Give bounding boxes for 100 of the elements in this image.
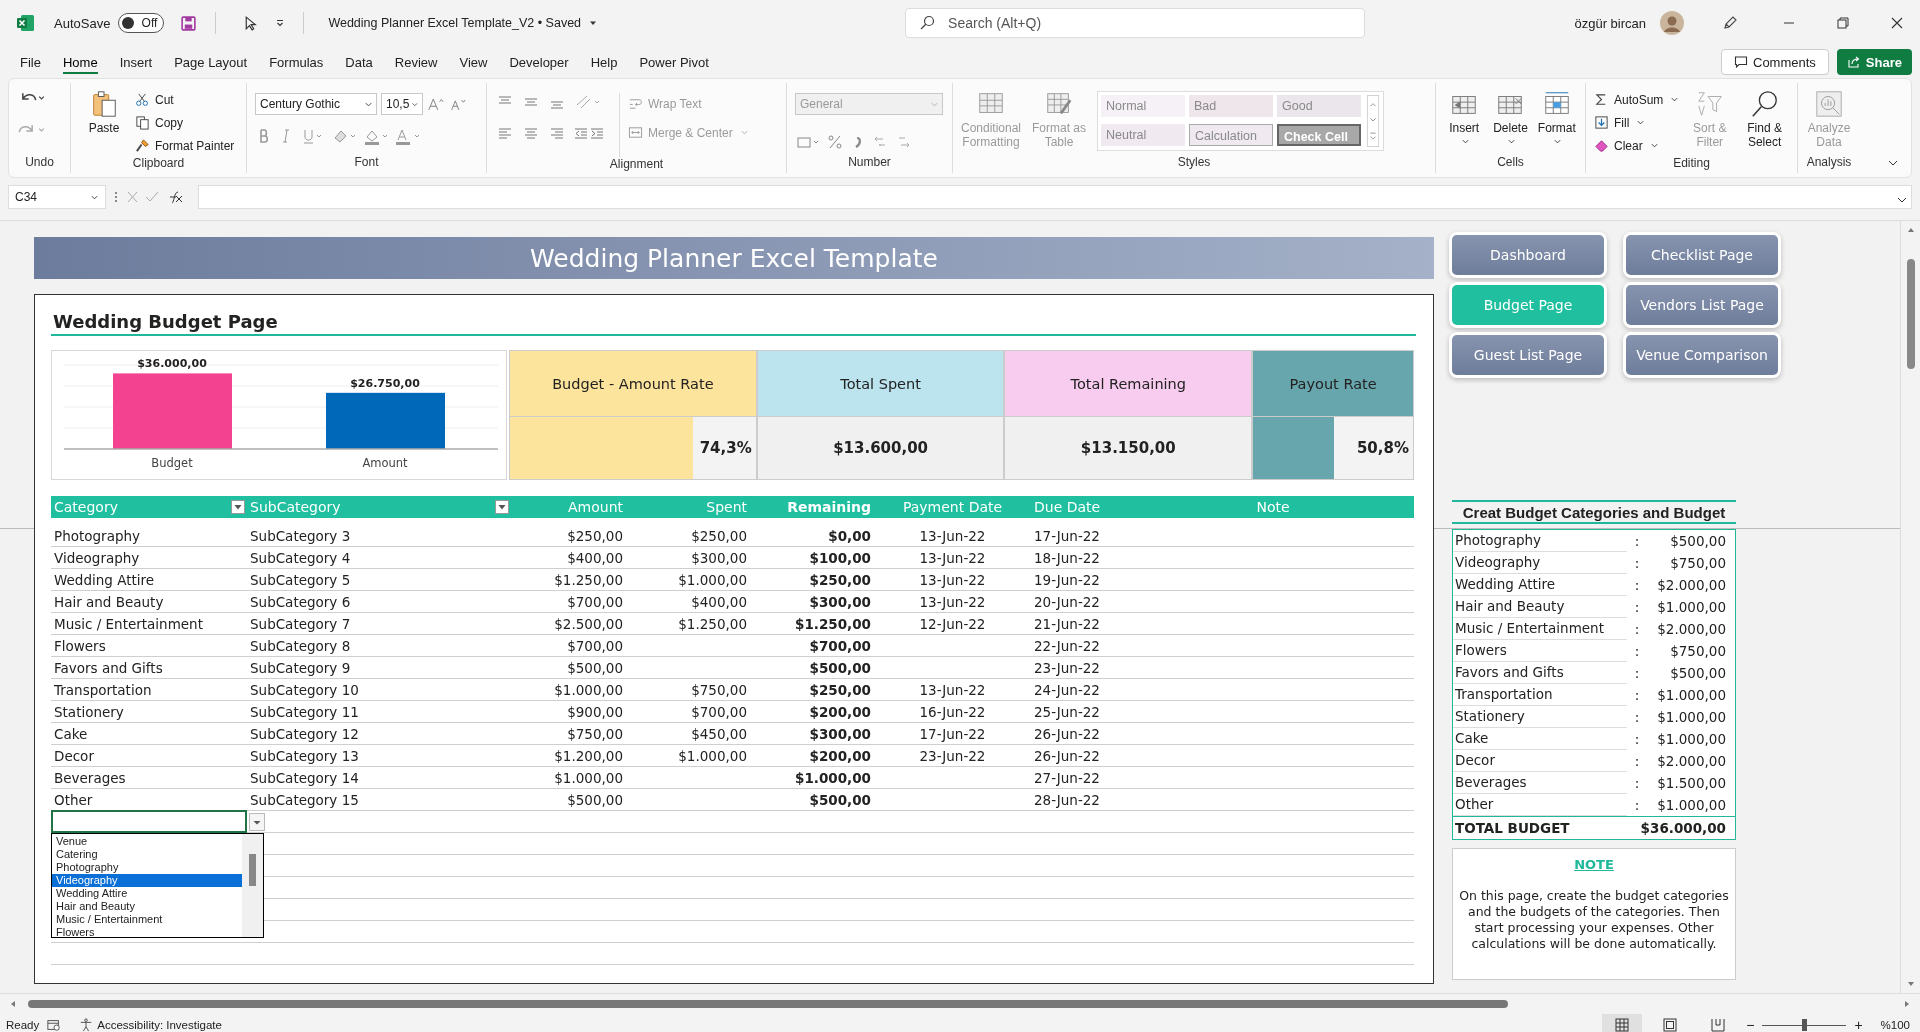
pen-icon[interactable] [1722, 15, 1738, 31]
budget-categories-title: Creat Budget Categories and Budget [1452, 500, 1736, 524]
ribbon-tab[interactable]: Page Layout [163, 50, 259, 74]
ribbon-tab[interactable]: Home [51, 50, 109, 74]
list-option[interactable]: Venue [52, 835, 242, 848]
ribbon-tab[interactable]: Data [334, 50, 384, 74]
table-cell: 21-Jun-22 [1034, 615, 1100, 632]
banner-title: Wedding Planner Excel Template [530, 243, 938, 273]
list-option[interactable]: Hair and Beauty [52, 900, 242, 913]
table-cell: 12-Jun-22 [919, 615, 986, 632]
table-cell-text: $1.000,00 [1656, 687, 1727, 703]
close-icon[interactable] [1889, 15, 1905, 31]
search-icon [919, 15, 936, 31]
group-label: Font [353, 155, 380, 171]
ribbon-tab[interactable]: Review [383, 50, 449, 74]
name-box[interactable]: C34 [8, 185, 106, 209]
group-label: Number [847, 155, 892, 171]
table-cell: SubCategory 8 [250, 637, 351, 654]
table-cell-text: $1.000,00 [1656, 731, 1727, 747]
cells-button[interactable]: Delete [1490, 87, 1531, 155]
table-cell: 19-Jun-22 [1034, 571, 1100, 588]
grow-font-icon[interactable] [427, 96, 445, 112]
table-cell: 28-Jun-22 [1034, 791, 1100, 808]
avatar[interactable] [1660, 11, 1684, 35]
nav-button[interactable]: Venue Comparison [1626, 335, 1778, 375]
grid-icon [1615, 1018, 1630, 1032]
ribbon-tab[interactable]: File [20, 50, 52, 74]
ribbon-tab[interactable]: Help [579, 50, 629, 74]
slider-thumb[interactable] [1802, 1019, 1808, 1031]
table-cell: SubCategory 12 [250, 725, 359, 742]
formula-field[interactable] [198, 185, 1912, 209]
table-cell: $1.000,00 [678, 747, 747, 764]
kpi-value: 74,3% [699, 439, 752, 457]
autosum-button[interactable]: AutoSum [1594, 89, 1680, 110]
list-option[interactable]: Wedding Attire [52, 887, 242, 900]
restore-icon[interactable] [1835, 15, 1851, 31]
zoom-in-button[interactable]: + [1854, 1017, 1863, 1032]
scroll-thumb[interactable] [1906, 259, 1915, 369]
save-icon[interactable] [180, 14, 198, 32]
nav-button[interactable]: Guest List Page [1452, 335, 1604, 375]
fill-button[interactable]: Fill [1594, 112, 1680, 133]
macro-record-icon[interactable] [47, 1018, 62, 1032]
ribbon-tab[interactable]: Insert [108, 50, 164, 74]
table-cell-text: $750,00 [1669, 555, 1727, 571]
list-option[interactable]: Flowers [52, 926, 242, 939]
zoom-level[interactable]: %100 [1880, 1019, 1910, 1031]
section-title: Wedding Budget Page [51, 295, 1416, 336]
group-label: Styles [1176, 155, 1212, 171]
user-name[interactable]: özgür bircan [1574, 15, 1646, 31]
table-cell: SubCategory 11 [250, 703, 359, 720]
ribbon-tab[interactable]: Developer [498, 50, 580, 74]
table-cell: SubCategory 15 [250, 791, 359, 808]
autosave-toggle[interactable]: Off [118, 13, 165, 33]
filter-dropdown-icon[interactable] [231, 500, 245, 514]
comments-button[interactable]: Comments [1721, 49, 1829, 75]
list-option[interactable]: Music / Entertainment [52, 913, 242, 926]
cut-button[interactable]: Cut [135, 89, 235, 110]
cells-button[interactable]: Insert [1444, 87, 1485, 155]
active-cell[interactable] [51, 810, 247, 833]
font-family-dropdown[interactable]: Century Gothic [255, 93, 377, 115]
table-cell: Hair and Beauty [1453, 596, 1627, 618]
nav-button[interactable]: Dashboard [1452, 235, 1604, 275]
table-cell: $0,00 [828, 527, 871, 544]
zoom-out-button[interactable]: − [1746, 1017, 1755, 1032]
list-option[interactable]: Videography [52, 874, 242, 887]
accessibility-button[interactable]: Accessibility: Investigate [79, 1018, 222, 1032]
table-cell: Videography [1453, 552, 1627, 574]
scroll-thumb[interactable] [28, 1000, 1508, 1008]
list-option[interactable]: Photography [52, 861, 242, 874]
filter-dropdown-icon[interactable] [495, 500, 509, 514]
table-cell: $900,00 [567, 703, 623, 720]
font-size-dropdown[interactable]: 10,5 [381, 93, 423, 115]
customize-toolbar-icon[interactable] [275, 18, 286, 28]
document-title[interactable]: Wedding Planner Excel Template_V2 • Saved [328, 16, 582, 30]
copy-button[interactable]: Copy [135, 112, 235, 133]
cells-button[interactable]: Format [1536, 87, 1577, 155]
total-label: TOTAL BUDGET [1454, 818, 1570, 838]
share-button[interactable]: Share [1836, 49, 1912, 75]
table-cell-text: : [1633, 797, 1641, 813]
normal-view-button[interactable] [1602, 1014, 1643, 1032]
table-cell-text: $500,00 [1669, 533, 1727, 549]
brush-icon [135, 138, 150, 153]
table-cell: $2.500,00 [554, 615, 623, 632]
ribbon-tab[interactable]: Formulas [258, 50, 335, 74]
table-cell: SubCategory 13 [250, 747, 359, 764]
list-scrollbar[interactable] [242, 834, 263, 937]
format-painter-button[interactable]: Format Painter [135, 135, 235, 156]
paste-button[interactable]: Paste [79, 87, 129, 156]
kpi-value: $13.600,00 [833, 439, 929, 457]
nav-button[interactable]: Vendors List Page [1626, 285, 1778, 325]
search-field[interactable]: Search (Alt+Q) [905, 8, 1366, 38]
find-select-button[interactable]: Find & Select [1740, 87, 1789, 156]
kpi-header: Payout Rate [1253, 351, 1413, 417]
scroll-thumb[interactable] [249, 854, 256, 886]
table-cell: $500,00 [809, 659, 871, 676]
ribbon-tab[interactable]: View [448, 50, 499, 74]
list-option[interactable]: Catering [52, 848, 242, 861]
nav-button[interactable]: Checklist Page [1626, 235, 1778, 275]
clear-button[interactable]: Clear [1594, 135, 1680, 156]
ribbon-tab[interactable]: Power Pivot [628, 50, 720, 74]
